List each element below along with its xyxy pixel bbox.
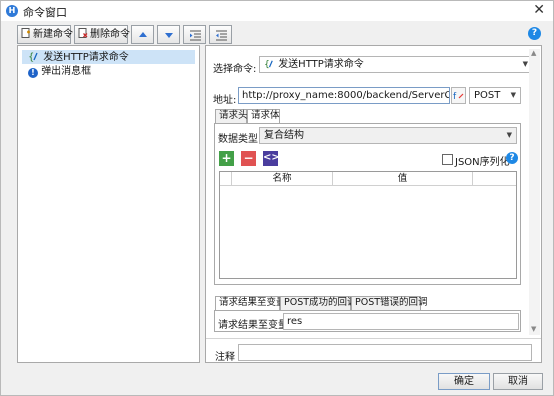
new-command-label: 新建命令	[33, 29, 73, 40]
app-icon: H	[6, 5, 18, 17]
address-input[interactable]: http://proxy_name:8000/backend/ServerCom…	[238, 87, 450, 104]
result-variable-panel: 请求结果至变量: res	[214, 310, 521, 332]
data-type-dropdown[interactable]: 复合结构 ▼	[259, 127, 517, 144]
address-label: 地址:	[213, 95, 237, 106]
result-var-input[interactable]: res	[283, 313, 519, 330]
minus-icon: −	[243, 151, 254, 165]
method-value: POST	[474, 90, 501, 101]
tree-item-label: 发送HTTP请求命令	[43, 52, 129, 63]
move-up-button[interactable]	[131, 25, 154, 44]
command-tree: { 发送HTTP请求命令 ! 弹出消息框	[17, 45, 200, 363]
formula-icon: f	[453, 92, 464, 102]
command-window: H 命令窗口 ✕ ? 新建命令 删除命令 { 发送HTTP请求命令 ! 弹出消息…	[0, 0, 554, 396]
tab-post-error-callback[interactable]: POST错误的回调	[351, 296, 428, 310]
grid-corner	[220, 172, 232, 186]
indent-button[interactable]	[183, 25, 206, 44]
indent-icon	[190, 30, 201, 41]
select-command-value: 发送HTTP请求命令	[278, 59, 364, 70]
data-type-value: 复合结构	[264, 130, 304, 141]
select-command-dropdown[interactable]: { 发送HTTP请求命令 ▼	[259, 56, 533, 73]
window-title: 命令窗口	[23, 6, 67, 19]
new-command-icon	[21, 28, 30, 38]
grid-header-value: 值	[333, 172, 473, 186]
delete-command-label: 删除命令	[90, 29, 130, 40]
chevron-down-icon: ▼	[510, 91, 516, 99]
tree-item-message-box[interactable]: ! 弹出消息框	[28, 65, 91, 79]
close-icon[interactable]: ✕	[533, 2, 545, 18]
data-type-label: 数据类型:	[218, 134, 262, 145]
chevron-down-icon: ▼	[522, 60, 528, 68]
formula-button[interactable]: f	[451, 87, 466, 104]
move-down-button[interactable]	[157, 25, 180, 44]
scroll-down-icon[interactable]: ▼	[531, 325, 536, 333]
json-serialize-checkbox[interactable]	[442, 154, 453, 165]
tab-post-success-callback[interactable]: POST成功的回调	[280, 296, 357, 310]
ok-button[interactable]: 确定	[438, 373, 490, 390]
remove-row-button[interactable]: −	[241, 151, 256, 166]
plus-icon: +	[221, 151, 232, 165]
add-row-button[interactable]: +	[219, 151, 234, 166]
request-body-panel: 数据类型: 复合结构 ▼ + − <> JSON序列化 ? 名称 值	[214, 123, 521, 285]
code-view-button[interactable]: <>	[263, 151, 280, 166]
outdent-button[interactable]	[209, 25, 232, 44]
outdent-icon	[216, 30, 227, 41]
scroll-up-icon[interactable]: ▲	[531, 49, 536, 57]
title-bar: H 命令窗口 ✕	[1, 1, 553, 21]
http-request-icon: {	[264, 59, 273, 70]
method-dropdown[interactable]: POST ▼	[469, 87, 521, 104]
grid-header-filler	[473, 172, 516, 186]
cancel-button[interactable]: 取消	[493, 373, 543, 390]
body-params-grid: 名称 值	[219, 171, 517, 279]
json-help-icon[interactable]: ?	[506, 152, 518, 164]
arrow-up-icon	[139, 32, 147, 37]
http-request-icon: {	[28, 52, 38, 63]
tab-request-body[interactable]: 请求体	[247, 109, 280, 124]
tab-result-to-variable[interactable]: 请求结果至变量	[215, 296, 286, 311]
select-command-label: 选择命令:	[213, 64, 257, 75]
svg-text:{: {	[264, 59, 270, 69]
comment-input[interactable]	[238, 344, 532, 361]
delete-command-icon	[78, 28, 88, 38]
tree-item-send-http[interactable]: { 发送HTTP请求命令	[22, 50, 195, 64]
help-icon[interactable]: ?	[528, 27, 541, 40]
svg-text:f: f	[453, 92, 457, 102]
divider	[206, 338, 541, 339]
chevron-down-icon: ▼	[506, 131, 512, 139]
command-editor: 选择命令: { 发送HTTP请求命令 ▼ 地址: http://proxy_na…	[205, 45, 542, 363]
code-icon: <>	[263, 152, 280, 163]
tree-item-label: 弹出消息框	[41, 66, 92, 77]
grid-header-name: 名称	[232, 172, 333, 186]
vertical-scrollbar[interactable]: ▲ ▼	[529, 49, 540, 335]
new-command-button[interactable]: 新建命令	[17, 25, 73, 44]
comment-label: 注释	[215, 352, 235, 363]
delete-command-button[interactable]: 删除命令	[74, 25, 130, 44]
svg-text:{: {	[28, 52, 34, 62]
result-var-label: 请求结果至变量:	[218, 320, 292, 331]
info-icon: !	[28, 68, 38, 78]
arrow-down-icon	[165, 33, 173, 38]
json-serialize-label: JSON序列化	[455, 157, 510, 168]
tab-request-header[interactable]: 请求头	[215, 109, 248, 123]
